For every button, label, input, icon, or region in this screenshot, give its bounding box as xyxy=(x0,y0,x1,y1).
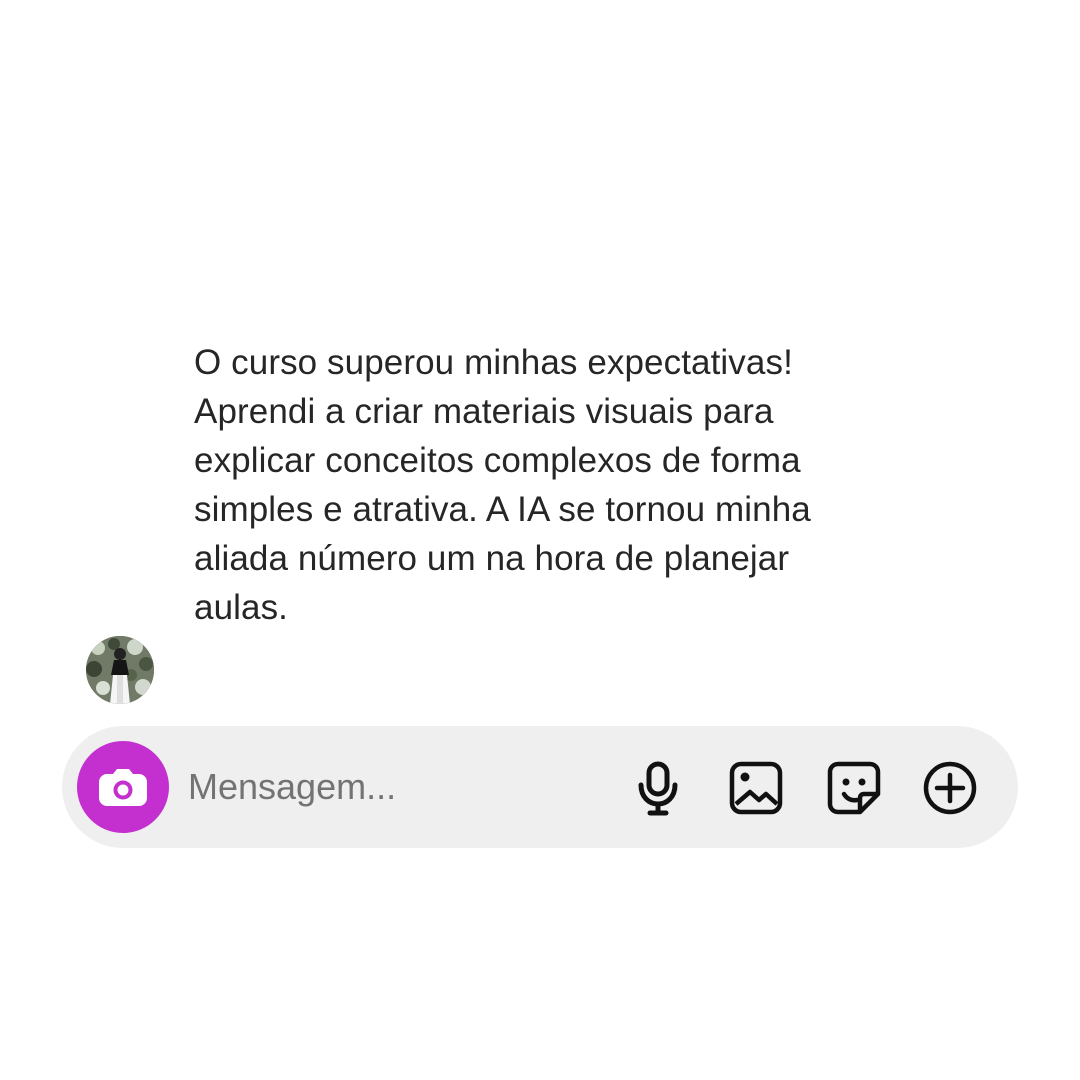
camera-button[interactable] xyxy=(77,741,169,833)
microphone-button[interactable] xyxy=(629,759,687,817)
gallery-button[interactable] xyxy=(727,759,785,817)
microphone-icon xyxy=(638,761,678,816)
message-row: O curso superou minhas expectativas! Apr… xyxy=(86,338,986,708)
avatar-image xyxy=(86,636,154,704)
add-button[interactable] xyxy=(921,759,979,817)
message-input[interactable] xyxy=(188,762,608,812)
sticker-icon xyxy=(827,761,881,815)
camera-icon xyxy=(99,769,147,806)
chat-area: O curso superou minhas expectativas! Apr… xyxy=(0,0,1080,720)
avatar[interactable] xyxy=(86,636,154,704)
plus-circle-icon xyxy=(923,761,977,815)
message-bubble[interactable]: O curso superou minhas expectativas! Apr… xyxy=(194,338,874,632)
sticker-button[interactable] xyxy=(825,759,883,817)
image-gallery-icon xyxy=(729,761,783,815)
message-composer xyxy=(62,726,1018,848)
message-text: O curso superou minhas expectativas! Apr… xyxy=(194,343,811,627)
